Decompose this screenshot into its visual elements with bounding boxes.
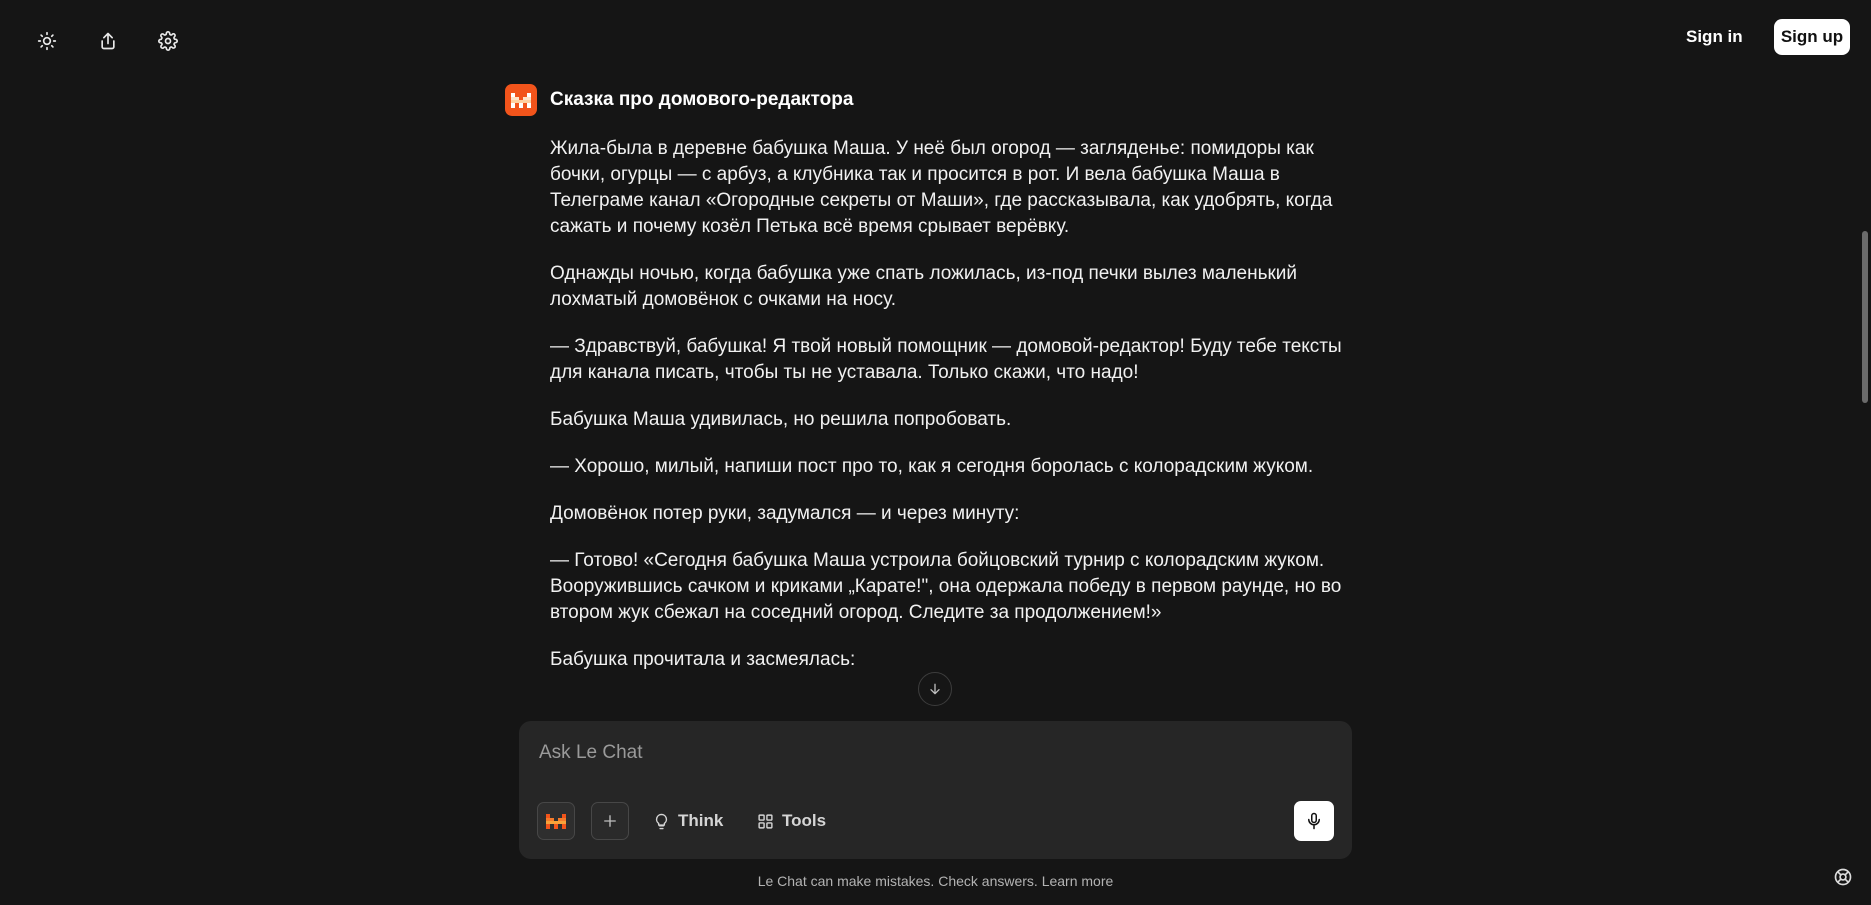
think-label: Think xyxy=(678,811,724,830)
disclaimer: Le Chat can make mistakes. Check answers… xyxy=(0,873,1871,889)
gear-icon xyxy=(158,31,178,51)
mistral-logo-icon xyxy=(511,92,531,108)
mode-selector-button[interactable] xyxy=(537,802,575,840)
chat-composer: Think Tools xyxy=(519,721,1352,859)
arrow-down-icon xyxy=(930,683,940,695)
chat-input[interactable] xyxy=(539,735,1319,771)
scroll-to-bottom-button[interactable] xyxy=(918,672,952,706)
tools-button[interactable]: Tools xyxy=(757,807,826,835)
voice-input-button[interactable] xyxy=(1294,801,1334,841)
le-chat-logo xyxy=(505,84,537,116)
scrollbar-thumb[interactable] xyxy=(1862,231,1868,403)
sign-in-link[interactable]: Sign in xyxy=(1686,22,1743,52)
top-bar: Sign in Sign up xyxy=(0,0,1871,80)
message-header: Сказка про домового-редактора xyxy=(505,80,1365,120)
share-icon xyxy=(101,32,115,50)
settings-button[interactable] xyxy=(153,26,183,56)
think-toggle[interactable]: Think xyxy=(653,807,723,835)
share-button[interactable] xyxy=(93,26,123,56)
assistant-message: Жила-была в деревне бабушка Маша. У неё … xyxy=(550,120,1360,673)
sign-up-button[interactable]: Sign up xyxy=(1774,19,1850,55)
chat-title: Сказка про домового-редактора xyxy=(550,89,854,110)
plus-icon xyxy=(604,815,616,827)
message-paragraph: — Здравствуй, бабушка! Я твой новый помо… xyxy=(550,336,1342,383)
mistral-logo-icon xyxy=(546,813,566,829)
conversation-area: Сказка про домового-редактора Жила-была … xyxy=(505,80,1365,720)
learn-more-link[interactable]: Learn more xyxy=(1042,873,1114,889)
message-paragraph: Бабушка прочитала и засмеялась: xyxy=(550,649,856,670)
theme-toggle-button[interactable] xyxy=(32,26,62,56)
lightbulb-icon xyxy=(655,813,668,829)
help-button[interactable] xyxy=(1832,866,1854,888)
message-paragraph: Однажды ночью, когда бабушка уже спать л… xyxy=(550,263,1298,310)
message-paragraph: Бабушка Маша удивилась, но решила попроб… xyxy=(550,409,1012,430)
sun-icon xyxy=(37,31,57,51)
disclaimer-text: Le Chat can make mistakes. Check answers… xyxy=(757,873,1038,889)
message-paragraph: Жила-была в деревне бабушка Маша. У неё … xyxy=(550,138,1333,237)
message-paragraph: Домовёнок потер руки, задумался — и чере… xyxy=(550,503,1020,524)
message-paragraph: — Хорошо, милый, напиши пост про то, как… xyxy=(550,456,1314,477)
add-attachment-button[interactable] xyxy=(591,802,629,840)
grid-icon xyxy=(758,813,773,829)
message-paragraph: — Готово! «Сегодня бабушка Маша устроила… xyxy=(550,550,1342,623)
tools-label: Tools xyxy=(782,811,827,830)
lifebuoy-icon xyxy=(1834,868,1852,886)
microphone-icon xyxy=(1308,812,1320,830)
